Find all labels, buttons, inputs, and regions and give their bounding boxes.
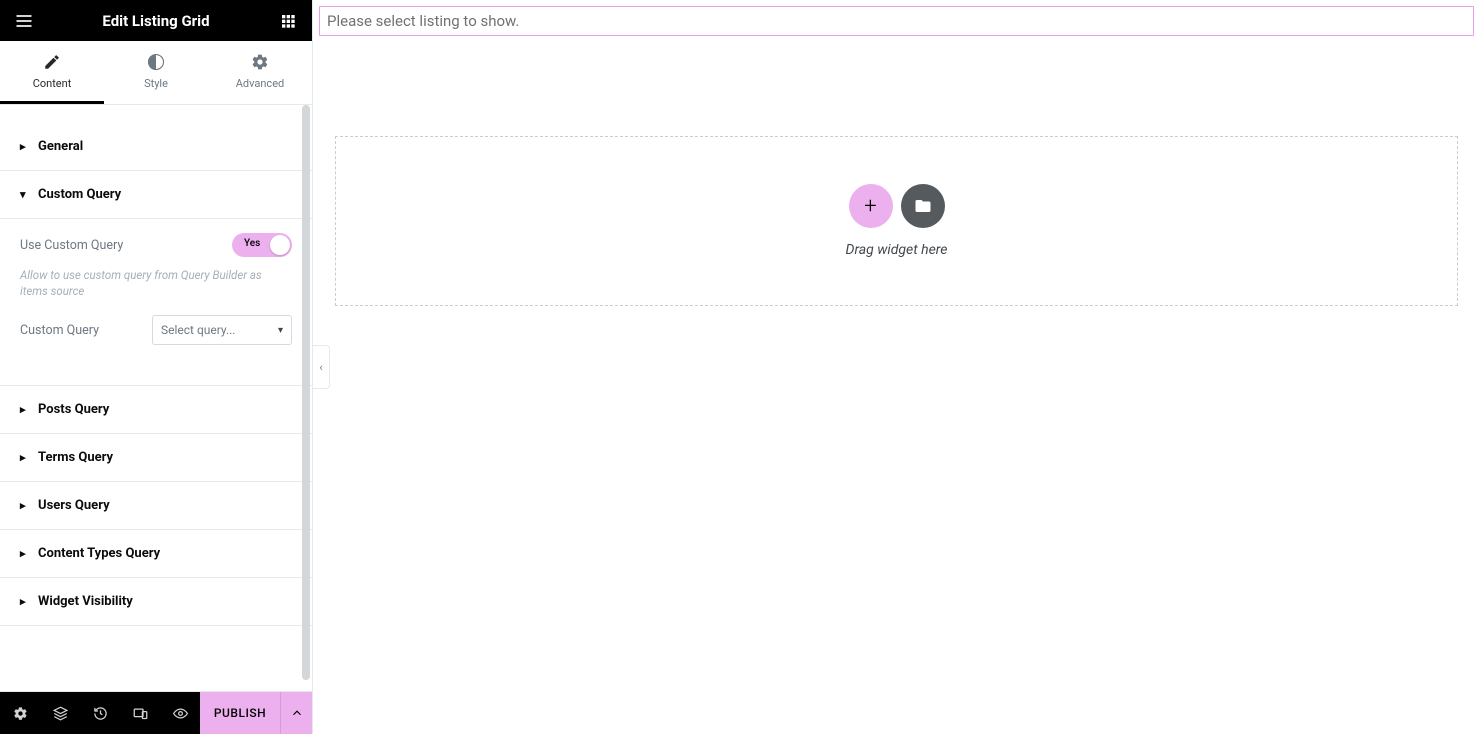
- caret-icon: [20, 546, 30, 561]
- plus-icon: +: [864, 194, 876, 219]
- section-general[interactable]: General: [0, 123, 312, 171]
- section-terms-query[interactable]: Terms Query: [0, 434, 312, 482]
- custom-query-select-value: Select query...: [161, 323, 235, 337]
- footer-settings-button[interactable]: [0, 692, 40, 734]
- footer-history-button[interactable]: [80, 692, 120, 734]
- sections-scroll: General Custom Query Use Custom Query Ye…: [0, 105, 312, 691]
- add-section-button[interactable]: +: [849, 184, 893, 228]
- panel-title: Edit Listing Grid: [48, 12, 264, 30]
- section-posts-query-title: Posts Query: [38, 402, 109, 417]
- caret-icon: [20, 594, 30, 609]
- listing-grid-widget-notice[interactable]: Please select listing to show.: [319, 6, 1474, 36]
- folder-icon: [914, 197, 932, 215]
- toggle-on-text: Yes: [244, 238, 260, 249]
- use-custom-query-label: Use Custom Query: [20, 238, 123, 253]
- footer-navigator-button[interactable]: [40, 692, 80, 734]
- notice-text: Please select listing to show.: [327, 12, 519, 30]
- add-template-button[interactable]: [901, 184, 945, 228]
- publish-button[interactable]: PUBLISH: [200, 692, 280, 734]
- footer-responsive-button[interactable]: [120, 692, 160, 734]
- custom-query-select-label: Custom Query: [20, 323, 99, 338]
- section-users-query-title: Users Query: [38, 498, 110, 513]
- footer-preview-button[interactable]: [160, 692, 200, 734]
- custom-query-hint: Allow to use custom query from Query Bui…: [20, 267, 292, 299]
- preview-canvas: Please select listing to show. + Drag wi…: [313, 0, 1480, 734]
- publish-label: PUBLISH: [214, 706, 266, 720]
- publish-options-button[interactable]: [280, 692, 312, 734]
- chevron-up-icon: [290, 706, 304, 720]
- tab-content[interactable]: Content: [0, 41, 104, 104]
- history-icon: [93, 706, 108, 721]
- row-custom-query-select: Custom Query Select query... ▾: [20, 315, 292, 345]
- hamburger-icon: [14, 11, 34, 31]
- eye-icon: [173, 706, 188, 721]
- panel-scrollbar[interactable]: [302, 105, 310, 691]
- caret-icon: [20, 498, 30, 513]
- add-section-dropzone[interactable]: + Drag widget here: [335, 136, 1458, 306]
- dropzone-hint: Drag widget here: [846, 242, 948, 258]
- widgets-icon: [280, 13, 296, 29]
- tab-advanced[interactable]: Advanced: [208, 41, 312, 104]
- section-content-types-query-title: Content Types Query: [38, 546, 160, 561]
- section-widget-visibility-title: Widget Visibility: [38, 594, 133, 609]
- caret-icon: [20, 450, 30, 465]
- section-custom-query[interactable]: Custom Query: [0, 171, 312, 219]
- use-custom-query-toggle[interactable]: Yes: [232, 233, 292, 257]
- section-custom-query-title: Custom Query: [38, 187, 121, 202]
- contrast-icon: [147, 53, 165, 71]
- layers-icon: [53, 706, 68, 721]
- tab-style-label: Style: [144, 77, 168, 90]
- panel-header: Edit Listing Grid: [0, 0, 312, 41]
- dropzone-actions: +: [849, 184, 945, 228]
- editor-panel: Edit Listing Grid Content Style Advanced: [0, 0, 313, 734]
- tab-content-label: Content: [33, 77, 72, 90]
- devices-icon: [133, 706, 148, 721]
- section-terms-query-title: Terms Query: [38, 450, 113, 465]
- section-users-query[interactable]: Users Query: [0, 482, 312, 530]
- section-content-types-query[interactable]: Content Types Query: [0, 530, 312, 578]
- toggle-knob: [270, 235, 290, 255]
- section-custom-query-body: Use Custom Query Yes Allow to use custom…: [0, 219, 312, 386]
- section-widget-visibility[interactable]: Widget Visibility: [0, 578, 312, 626]
- section-posts-query[interactable]: Posts Query: [0, 386, 312, 434]
- caret-down-icon: [20, 187, 30, 202]
- section-general-title: General: [38, 139, 83, 154]
- gear-icon: [251, 53, 269, 71]
- chevron-down-icon: ▾: [278, 325, 283, 336]
- gear-icon: [13, 706, 28, 721]
- pencil-icon: [43, 53, 61, 71]
- tab-style[interactable]: Style: [104, 41, 208, 104]
- custom-query-select[interactable]: Select query... ▾: [152, 315, 292, 345]
- panel-tabs: Content Style Advanced: [0, 41, 312, 105]
- panel-footer: PUBLISH: [0, 691, 312, 734]
- panel-scrollbar-thumb[interactable]: [302, 105, 310, 680]
- caret-icon: [20, 402, 30, 417]
- menu-button[interactable]: [0, 0, 48, 41]
- widgets-button[interactable]: [264, 0, 312, 41]
- row-use-custom-query: Use Custom Query Yes: [20, 233, 292, 257]
- tab-advanced-label: Advanced: [236, 77, 284, 90]
- caret-icon: [20, 139, 30, 154]
